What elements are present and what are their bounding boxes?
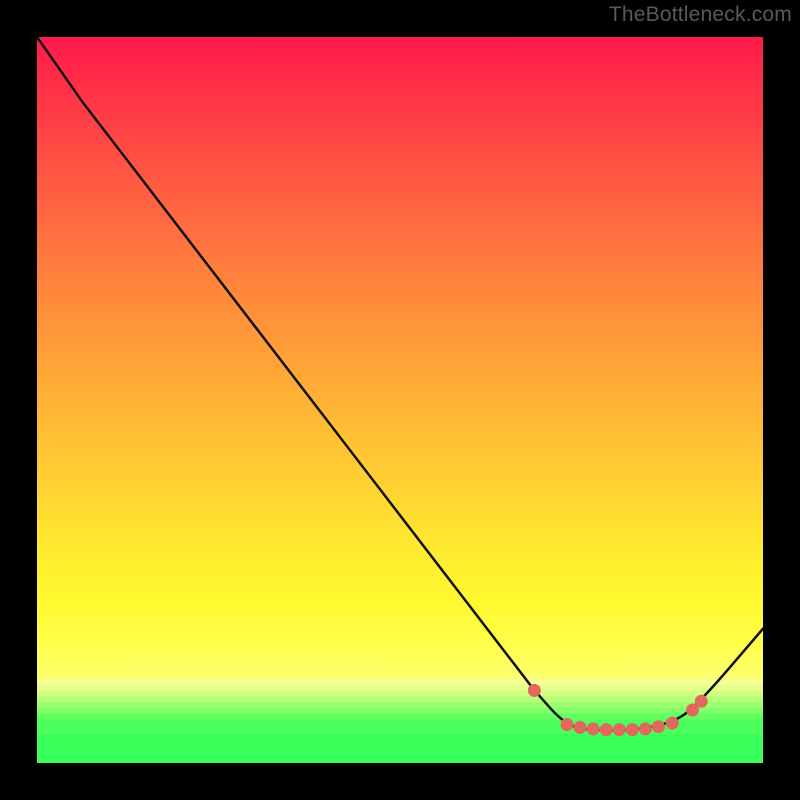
marker-dot <box>600 723 613 736</box>
marker-dot <box>652 720 665 733</box>
marker-dot <box>613 723 626 736</box>
marker-group <box>528 684 708 736</box>
marker-dot <box>626 723 639 736</box>
marker-dot <box>666 717 679 730</box>
marker-dot <box>695 695 708 708</box>
chart-svg <box>37 37 763 763</box>
curve-line <box>37 37 763 730</box>
watermark-text: TheBottleneck.com <box>609 3 792 27</box>
marker-dot <box>528 684 541 697</box>
marker-dot <box>560 718 573 731</box>
plot-area <box>37 37 763 763</box>
marker-dot <box>639 722 652 735</box>
marker-dot <box>574 721 587 734</box>
chart-stage: TheBottleneck.com <box>0 0 800 800</box>
marker-dot <box>587 722 600 735</box>
